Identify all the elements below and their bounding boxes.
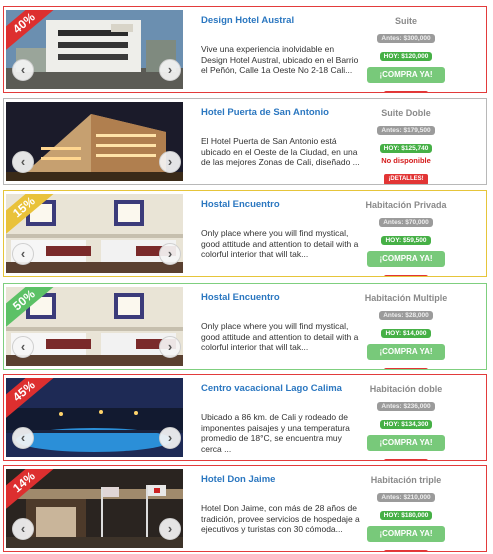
hotel-photo-carousel[interactable]: 14% ‹ › xyxy=(6,469,183,548)
room-type: Suite Doble xyxy=(381,108,431,118)
room-type: Suite xyxy=(394,16,417,26)
buy-now-button[interactable]: ¡COMPRA YA! xyxy=(367,344,445,360)
listing-card[interactable]: 50% ‹ › Hostal Encuentro Only place wher… xyxy=(3,283,487,370)
listing-card[interactable]: 15% ‹ › Hostal Encuentro Only place wher… xyxy=(3,190,487,277)
pricing-panel: Habitación triple Antes: $210,000 HOY: $… xyxy=(364,474,448,551)
now-price: HOY: $14,000 xyxy=(364,322,448,340)
now-price: HOY: $59,500 xyxy=(364,229,448,247)
details-button[interactable]: ¡DETALLES! xyxy=(384,91,428,92)
hotel-photo-carousel[interactable]: 50% ‹ › xyxy=(6,287,183,366)
pricing-panel: Habitación Multiple Antes: $28,000 HOY: … xyxy=(364,292,448,369)
hotel-photo-carousel[interactable]: 45% ‹ › xyxy=(6,378,183,457)
unavailable-label: No disponible xyxy=(381,156,431,165)
previous-arrow-icon[interactable]: ‹ xyxy=(12,59,34,81)
pricing-panel: Habitación doble Antes: $236,000 HOY: $1… xyxy=(364,383,448,460)
hotel-deals-list: 40% ‹ › Design Hotel Austral Vive una ex… xyxy=(0,0,493,554)
hotel-description: Only place where you will find mystical,… xyxy=(201,321,359,352)
now-price: HOY: $180,000 xyxy=(364,504,448,522)
details-button[interactable]: ¡DETALLES! xyxy=(384,275,428,276)
before-price: Antes: $70,000 xyxy=(364,211,448,229)
hotel-description: Only place where you will find mystical,… xyxy=(201,228,359,259)
next-arrow-icon[interactable]: › xyxy=(159,518,181,540)
previous-arrow-icon[interactable]: ‹ xyxy=(12,518,34,540)
before-price: Antes: $210,000 xyxy=(364,486,448,504)
next-arrow-icon[interactable]: › xyxy=(159,427,181,449)
previous-arrow-icon[interactable]: ‹ xyxy=(12,151,34,173)
listing-info: Hotel Puerta de San Antonio El Hotel Pue… xyxy=(201,107,361,168)
buy-now-button[interactable]: ¡COMPRA YA! xyxy=(367,67,445,83)
listing-card[interactable]: 45% ‹ › Centro vacacional Lago Calima Ub… xyxy=(3,374,487,461)
hotel-name-link[interactable]: Centro vacacional Lago Calima xyxy=(201,383,361,395)
pricing-panel: Suite Antes: $300,000 HOY: $120,000 ¡COM… xyxy=(364,15,448,92)
room-type: Habitación Privada xyxy=(365,200,447,210)
room-type: Habitación doble xyxy=(369,384,443,394)
room-type: Habitación Multiple xyxy=(364,293,448,303)
listing-card[interactable]: 14% ‹ › Hotel Don Jaime Hotel Don Jaime,… xyxy=(3,465,487,552)
buy-now-button[interactable]: ¡COMPRA YA! xyxy=(367,435,445,451)
pricing-panel: Habitación Privada Antes: $70,000 HOY: $… xyxy=(364,199,448,276)
previous-arrow-icon[interactable]: ‹ xyxy=(12,243,34,265)
listing-info: Centro vacacional Lago Calima Ubicado a … xyxy=(201,383,361,454)
pricing-panel: Suite Doble Antes: $179,500 HOY: $125,74… xyxy=(364,107,448,184)
listing-info: Hotel Don Jaime Hotel Don Jaime, con más… xyxy=(201,474,361,535)
buy-now-button[interactable]: ¡COMPRA YA! xyxy=(367,251,445,267)
previous-arrow-icon[interactable]: ‹ xyxy=(12,427,34,449)
next-arrow-icon[interactable]: › xyxy=(159,151,181,173)
details-button[interactable]: ¡DETALLES! xyxy=(384,174,428,184)
hotel-description: Hotel Don Jaime, con más de 28 años de t… xyxy=(201,503,360,534)
listing-card[interactable]: 40% ‹ › Design Hotel Austral Vive una ex… xyxy=(3,6,487,93)
next-arrow-icon[interactable]: › xyxy=(159,59,181,81)
hotel-description: Vive una experiencia inolvidable en Desi… xyxy=(201,44,359,75)
hotel-description: El Hotel Puerta de San Antonio está ubic… xyxy=(201,136,360,167)
hotel-name-link[interactable]: Design Hotel Austral xyxy=(201,15,361,27)
before-price: Antes: $300,000 xyxy=(364,27,448,45)
before-price: Antes: $236,000 xyxy=(364,395,448,413)
listing-info: Hostal Encuentro Only place where you wi… xyxy=(201,199,361,260)
hotel-name-link[interactable]: Hotel Don Jaime xyxy=(201,474,361,486)
room-type: Habitación triple xyxy=(370,475,442,485)
hotel-photo-carousel[interactable]: 15% ‹ › xyxy=(6,194,183,273)
previous-arrow-icon[interactable]: ‹ xyxy=(12,336,34,358)
details-button[interactable]: ¡DETALLES! xyxy=(384,368,428,369)
next-arrow-icon[interactable]: › xyxy=(159,243,181,265)
before-price: Antes: $179,500 xyxy=(364,119,448,137)
hotel-description: Ubicado a 86 km. de Cali y rodeado de im… xyxy=(201,412,350,454)
now-price: HOY: $120,000 xyxy=(364,45,448,63)
listing-info: Design Hotel Austral Vive una experienci… xyxy=(201,15,361,76)
hotel-photo-carousel[interactable]: ‹ › xyxy=(6,102,183,181)
now-price: HOY: $125,740 xyxy=(364,137,448,155)
hotel-name-link[interactable]: Hostal Encuentro xyxy=(201,292,361,304)
hotel-name-link[interactable]: Hostal Encuentro xyxy=(201,199,361,211)
hotel-photo-carousel[interactable]: 40% ‹ › xyxy=(6,10,183,89)
listing-info: Hostal Encuentro Only place where you wi… xyxy=(201,292,361,353)
details-button[interactable]: ¡DETALLES! xyxy=(384,550,428,551)
before-price: Antes: $28,000 xyxy=(364,304,448,322)
listing-card[interactable]: ‹ › Hotel Puerta de San Antonio El Hotel… xyxy=(3,98,487,185)
hotel-name-link[interactable]: Hotel Puerta de San Antonio xyxy=(201,107,361,119)
next-arrow-icon[interactable]: › xyxy=(159,336,181,358)
buy-now-button[interactable]: ¡COMPRA YA! xyxy=(367,526,445,542)
details-button[interactable]: ¡DETALLES! xyxy=(384,459,428,460)
now-price: HOY: $134,300 xyxy=(364,413,448,431)
